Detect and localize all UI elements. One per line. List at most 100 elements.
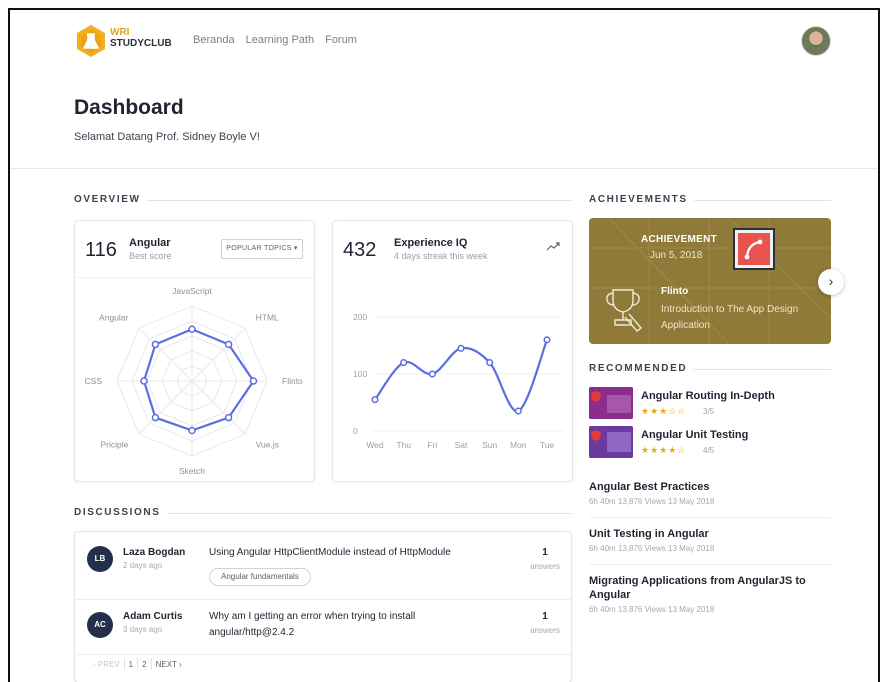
- x-tick-label: Wed: [366, 440, 384, 450]
- x-tick-label: Tue: [540, 440, 555, 450]
- prev-page-button[interactable]: ‹ PREV: [89, 660, 124, 669]
- nav-forum[interactable]: Forum: [325, 34, 357, 46]
- line-point: [514, 407, 522, 415]
- x-tick-label: Thu: [396, 440, 411, 450]
- x-tick-label: Fri: [427, 440, 437, 450]
- answers-label: answers: [530, 562, 560, 571]
- overview-divider: [74, 200, 572, 201]
- radar-axis-label: HTML: [256, 312, 279, 322]
- line-point: [486, 359, 494, 367]
- brand-line-2: STUDYCLUB: [110, 38, 172, 49]
- header-divider: [10, 168, 878, 169]
- course-meta: 6h 40m 13,876 Views 13 May 2018: [589, 605, 715, 614]
- line-point: [400, 359, 408, 367]
- rating-stars: ★★★★☆: [641, 445, 687, 455]
- best-score-value: 116: [85, 239, 117, 261]
- course-title[interactable]: Migrating Applications from AngularJS to…: [589, 574, 821, 602]
- radar-card: 116 Angular Best score POPULAR TOPICS ▾ …: [74, 220, 315, 482]
- pagination: ‹ PREV 1 2 NEXT ›: [89, 658, 186, 670]
- main-nav: Beranda Learning Path Forum: [193, 34, 357, 46]
- course-divider: [589, 564, 831, 565]
- line-point: [543, 336, 551, 344]
- radar-axis-label: Sketch: [179, 466, 205, 476]
- chevron-right-icon: ›: [828, 273, 834, 289]
- top-bar: WRI STUDYCLUB Beranda Learning Path Foru…: [10, 10, 878, 74]
- course-title[interactable]: Angular Best Practices: [589, 480, 831, 494]
- discussion-time: 3 days ago: [123, 625, 163, 634]
- row-divider: [75, 654, 571, 655]
- discussions-heading: DISCUSSIONS: [74, 507, 167, 518]
- discussion-row[interactable]: LB Laza Bogdan 2 days ago Using Angular …: [75, 532, 571, 598]
- experience-line-chart: 0 100 200 Wed Thu Fri Sat Sun Mon Tue: [353, 312, 563, 450]
- page-2-button[interactable]: 2: [138, 660, 150, 669]
- nav-beranda[interactable]: Beranda: [193, 34, 235, 46]
- course-thumbnail: [589, 387, 633, 419]
- radar-chart: JavaScript HTML Flinto Vue.js Sketch Priciple…: [85, 286, 304, 476]
- discussion-author[interactable]: Adam Curtis: [123, 611, 182, 622]
- discussion-tag[interactable]: Angular fundamentals: [209, 568, 311, 586]
- recommended-heading: RECOMMENDED: [589, 363, 694, 374]
- answers-label: answers: [530, 626, 560, 635]
- rating-score: 4/5: [703, 446, 715, 455]
- achievement-label: ACHIEVEMENT: [641, 234, 718, 245]
- y-tick-label: 0: [353, 426, 358, 436]
- line-point: [371, 396, 379, 404]
- user-avatar[interactable]: [801, 26, 831, 56]
- radar-axis-label: Priciple: [100, 440, 128, 450]
- flinto-logo-icon: [744, 239, 763, 260]
- radar-point: [249, 377, 258, 385]
- radar-point: [224, 413, 233, 422]
- course-divider: [589, 517, 831, 518]
- achievement-next-button[interactable]: ›: [818, 269, 844, 295]
- flinto-badge: [733, 228, 775, 270]
- trending-up-icon: [546, 242, 560, 251]
- angular-thumb-icon: [589, 387, 633, 419]
- next-page-button[interactable]: NEXT ›: [152, 660, 186, 669]
- radar-axis-label: JavaScript: [172, 286, 212, 296]
- x-tick-label: Sat: [455, 440, 468, 450]
- y-tick-label: 100: [353, 369, 367, 379]
- page-1-button[interactable]: 1: [125, 660, 137, 669]
- nav-learning-path[interactable]: Learning Path: [246, 34, 315, 46]
- radar-card-title: Angular: [129, 237, 171, 249]
- discussion-title[interactable]: Why am I getting an error when trying to…: [209, 609, 489, 641]
- line-point: [428, 370, 436, 378]
- radar-axis-label: CSS: [85, 376, 103, 386]
- course-thumbnail: [589, 426, 633, 458]
- discussion-row[interactable]: AC Adam Curtis 3 days ago Why am I getti…: [75, 600, 571, 654]
- studyclub-logo-icon[interactable]: [74, 24, 108, 58]
- x-tick-label: Sun: [482, 440, 497, 450]
- achievement-description: Introduction to The App Design Applicati…: [661, 304, 799, 331]
- course-title[interactable]: Unit Testing in Angular: [589, 527, 831, 541]
- radar-point: [188, 426, 196, 435]
- brand-line-1: WRI: [110, 27, 130, 38]
- discussion-avatar: LB: [87, 546, 113, 572]
- discussions-card: LB Laza Bogdan 2 days ago Using Angular …: [74, 531, 572, 682]
- course-meta: 6h 40m 13,876 Views 13 May 2018: [589, 497, 715, 506]
- achievement-card[interactable]: ACHIEVEMENT Jun 5, 2018 Flinto Introduct…: [589, 218, 831, 344]
- discussion-time: 2 days ago: [123, 561, 163, 570]
- discussion-title[interactable]: Using Angular HttpClientModule instead o…: [209, 545, 509, 561]
- rating-stars: ★★★☆☆: [641, 406, 687, 416]
- experience-value: 432: [343, 239, 377, 261]
- brand-name[interactable]: WRI STUDYCLUB: [110, 27, 172, 49]
- radar-card-subtitle: Best score: [129, 251, 172, 261]
- radar-axis-label: Flinto: [282, 376, 303, 386]
- overview-heading: OVERVIEW: [74, 194, 147, 205]
- recommended-title[interactable]: Angular Routing In-Depth: [641, 390, 775, 402]
- radar-point: [151, 340, 160, 349]
- course-meta: 6h 40m 13,876 Views 13 May 2018: [589, 544, 715, 553]
- trophy-icon: [606, 289, 643, 332]
- x-tick-label: Mon: [510, 440, 527, 450]
- experience-card: 432 Experience IQ 4 days streak this wee…: [332, 220, 573, 482]
- line-point: [457, 344, 465, 352]
- rating-score: 3/5: [703, 407, 715, 416]
- discussion-author[interactable]: Laza Bogdan: [123, 547, 185, 558]
- popular-topics-dropdown[interactable]: POPULAR TOPICS ▾: [221, 239, 303, 259]
- achievements-heading: ACHIEVEMENTS: [589, 194, 694, 205]
- recommended-title[interactable]: Angular Unit Testing: [641, 429, 748, 441]
- y-tick-label: 200: [353, 312, 367, 322]
- answer-count: 1: [542, 611, 548, 622]
- radar-axis-label: Angular: [99, 312, 128, 322]
- achievement-course-name: Flinto: [661, 286, 689, 297]
